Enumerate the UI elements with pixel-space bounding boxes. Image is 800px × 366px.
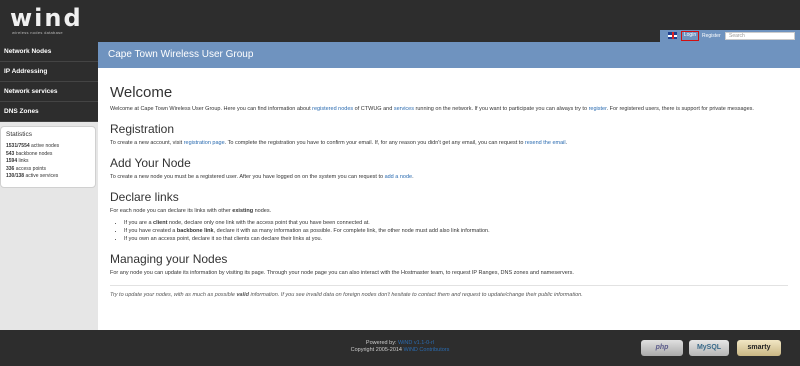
stat-backbone-nodes: 543 backbone nodes <box>6 150 53 157</box>
statistics-title: Statistics <box>6 131 33 138</box>
logo-tagline: wireless nodes database <box>12 30 63 35</box>
add-node-heading: Add Your Node <box>110 156 191 170</box>
user-bar: Login Register Search <box>660 30 800 42</box>
stat-links: 1594 links <box>6 158 29 164</box>
list-item: If you have created a backbone link, dec… <box>124 227 788 235</box>
mysql-badge[interactable]: MySQL <box>689 340 729 356</box>
site-title: Cape Town Wireless User Group <box>108 49 254 60</box>
managing-nodes-heading: Managing your Nodes <box>110 252 228 266</box>
wind-contributors-link[interactable]: WiND Contributors <box>404 347 450 353</box>
resend-email-link[interactable]: resend the email <box>525 140 566 146</box>
title-bar: Cape Town Wireless User Group <box>98 42 800 68</box>
registration-text: To create a new account, visit registrat… <box>110 140 568 146</box>
php-badge[interactable]: php <box>641 340 683 356</box>
divider <box>110 285 788 286</box>
wind-version-link[interactable]: WiND v1.1-0-rl <box>398 340 434 346</box>
sidebar-item-ip-addressing[interactable]: IP Addressing <box>0 62 98 82</box>
welcome-heading: Welcome <box>110 84 173 101</box>
sidebar-item-network-nodes[interactable]: Network Nodes <box>0 42 98 62</box>
registration-page-link[interactable]: registration page <box>184 140 225 146</box>
register-inline-link[interactable]: register <box>589 106 607 112</box>
add-node-text: To create a new node you must be a regis… <box>110 174 414 180</box>
register-link[interactable]: Register <box>702 33 721 39</box>
footer: Powered by: WiND v1.1-0-rl Copyright 200… <box>0 330 800 366</box>
sidebar-item-dns-zones[interactable]: DNS Zones <box>0 102 98 122</box>
declare-links-intro: For each node you can declare its links … <box>110 208 272 214</box>
footnote: Try to update your nodes, with as much a… <box>110 292 583 298</box>
smarty-badge[interactable]: smarty <box>737 340 781 356</box>
add-node-link[interactable]: add a node <box>385 174 413 180</box>
list-item: If you own an access point, declare it s… <box>124 235 788 243</box>
wind-logo[interactable]: wind wireless nodes database <box>10 4 83 38</box>
uk-flag-icon[interactable] <box>668 32 677 39</box>
stat-access-points: 336 access points <box>6 165 47 172</box>
declare-links-list: If you are a client node, declare only o… <box>124 219 788 243</box>
main-content: Welcome Welcome at Cape Town Wireless Us… <box>98 68 800 330</box>
registered-nodes-link[interactable]: registered nodes <box>312 106 353 112</box>
stat-active-nodes: 1531/7554 active nodes <box>6 143 60 149</box>
services-link[interactable]: services <box>394 106 414 112</box>
list-item: If you are a client node, declare only o… <box>124 219 788 227</box>
sidebar: Network Nodes IP Addressing Network serv… <box>0 42 98 122</box>
logo-wordmark: wind <box>10 4 83 32</box>
stat-active-services: 130/138 active services <box>6 173 59 179</box>
sidebar-item-network-services[interactable]: Network services <box>0 82 98 102</box>
welcome-text: Welcome at Cape Town Wireless User Group… <box>110 106 754 112</box>
login-link[interactable]: Login <box>681 31 699 41</box>
registration-heading: Registration <box>110 122 175 136</box>
declare-links-heading: Declare links <box>110 190 179 204</box>
statistics-panel: Statistics 1531/7554 active nodes 543 ba… <box>0 126 96 188</box>
search-input[interactable]: Search <box>725 32 795 40</box>
managing-nodes-text: For any node you can update its informat… <box>110 270 574 276</box>
